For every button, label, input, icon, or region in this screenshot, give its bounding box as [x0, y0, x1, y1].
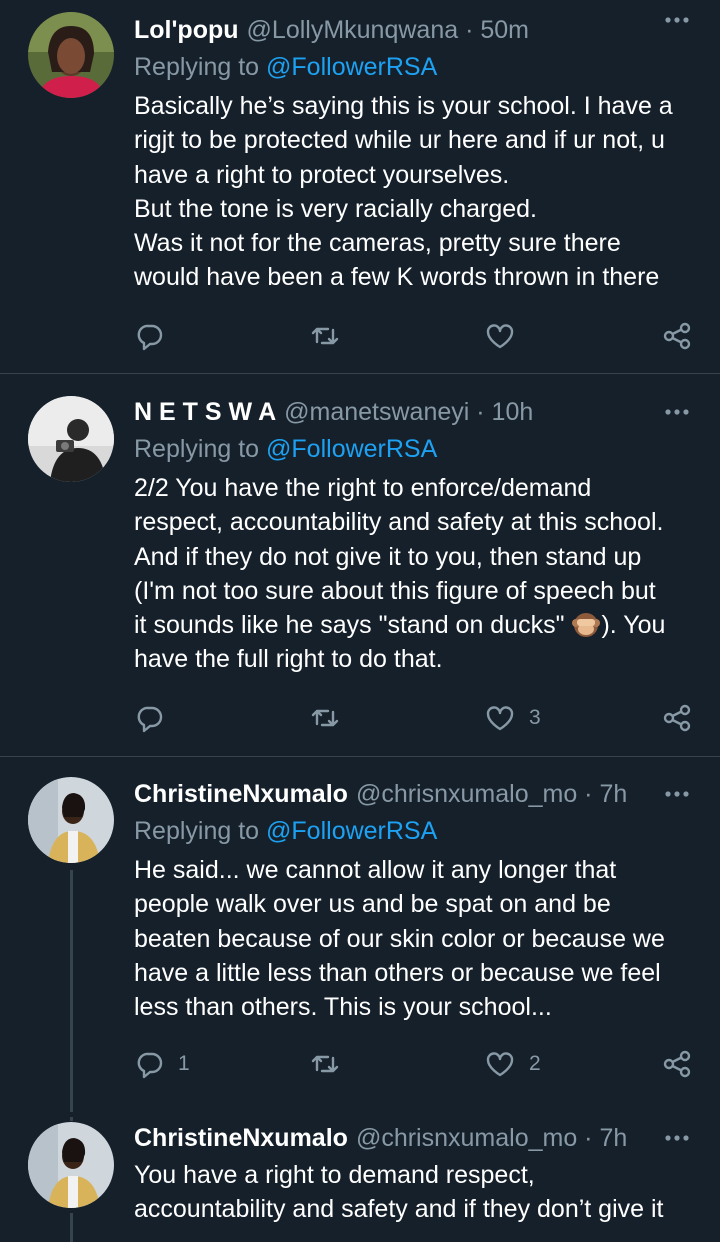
reply-icon: [137, 324, 163, 351]
thread-line: [70, 1213, 73, 1242]
tweet-line: Was it not for the cameras, pretty sure …: [134, 229, 621, 258]
tweet-line: people walk over us and be spat on and b…: [134, 890, 611, 919]
share-icon: [663, 322, 691, 350]
replying-to: Replying to @FollowerRSA: [134, 817, 438, 845]
tweet-line: He said... we cannot allow it any longer…: [134, 856, 617, 884]
reply-count: 1: [178, 1052, 190, 1075]
handle-and-time[interactable]: @manetswaneyi · 10h: [284, 398, 533, 427]
like-button[interactable]: 2: [485, 1047, 541, 1081]
see-no-evil-monkey-icon: [572, 613, 601, 638]
tweet-3[interactable]: ChristineNxumalo @chrisnxumalo_mo · 7h R…: [0, 757, 720, 1117]
heart-icon: [486, 324, 514, 349]
avatar[interactable]: [28, 12, 114, 98]
tweet-line: rigjt to be protected while ur here and …: [134, 126, 665, 155]
more-options-icon[interactable]: [664, 10, 690, 30]
replying-to: Replying to @FollowerRSA: [134, 53, 438, 81]
tweet-4[interactable]: ChristineNxumalo @chrisnxumalo_mo · 7h Y…: [0, 1117, 720, 1242]
tweet-line: have a little less than others or becaus…: [134, 958, 661, 987]
tweet-line: 2/2 You have the right to enforce/demand: [134, 474, 592, 502]
tweet-line: You have a right to demand respect,: [134, 1161, 535, 1189]
like-count: 2: [529, 1052, 541, 1075]
tweet-line: respect, accountability and safety at th…: [134, 508, 664, 537]
retweet-button[interactable]: [310, 1047, 340, 1081]
tweet-text: 2/2 You have the right to enforce/demand…: [134, 471, 694, 677]
more-options-icon[interactable]: [664, 784, 690, 804]
share-button[interactable]: [662, 319, 692, 353]
retweet-icon: [311, 1055, 339, 1073]
retweet-icon: [311, 709, 339, 727]
tweet-line: have a right to protect yourselves.: [134, 160, 510, 189]
action-bar: 3: [0, 701, 720, 735]
tweet-header: Lol'popu @LollyMkunqwana · 50m: [134, 10, 529, 50]
action-bar: 1 2: [0, 1047, 720, 1081]
retweet-icon: [311, 327, 339, 345]
share-button[interactable]: [662, 701, 692, 735]
retweet-button[interactable]: [310, 701, 340, 735]
tweet-line: Basically he’s saying this is your schoo…: [134, 92, 673, 120]
tweet-header: ChristineNxumalo @chrisnxumalo_mo · 7h: [134, 774, 627, 814]
reply-target-link[interactable]: @FollowerRSA: [266, 435, 437, 463]
replying-to: Replying to @FollowerRSA: [134, 435, 438, 463]
tweet-text: Basically he’s saying this is your schoo…: [134, 89, 694, 295]
share-button[interactable]: [662, 1047, 692, 1081]
share-icon: [663, 704, 691, 732]
tweet-line: (I'm not too sure about this figure of s…: [134, 576, 656, 605]
display-name[interactable]: ChristineNxumalo: [134, 780, 348, 809]
handle-and-time[interactable]: @LollyMkunqwana · 50m: [247, 16, 529, 45]
more-options-icon[interactable]: [664, 402, 690, 422]
reply-button[interactable]: [134, 319, 164, 353]
like-button[interactable]: 3: [485, 701, 541, 735]
like-button[interactable]: [485, 319, 515, 353]
handle-and-time[interactable]: @chrisnxumalo_mo · 7h: [356, 1124, 627, 1153]
display-name[interactable]: ChristineNxumalo: [134, 1124, 348, 1153]
tweet-line: And if they do not give it to you, then …: [134, 542, 642, 571]
heart-icon: [486, 1052, 514, 1077]
tweet-line: But the tone is very racially charged.: [134, 194, 537, 223]
tweet-line: beaten because of our skin color or beca…: [134, 924, 665, 953]
tweet-text: You have a right to demand respect, acco…: [134, 1158, 694, 1227]
share-icon: [663, 1050, 691, 1078]
reply-target-link[interactable]: @FollowerRSA: [266, 53, 437, 81]
tweet-header: N E T S W A @manetswaneyi · 10h: [134, 392, 533, 432]
reply-target-link[interactable]: @FollowerRSA: [266, 817, 437, 845]
action-bar: [0, 319, 720, 353]
tweet-line: less than others. This is your school...: [134, 993, 552, 1022]
tweet-1[interactable]: Lol'popu @LollyMkunqwana · 50m Replying …: [0, 0, 720, 372]
tweet-line: would have been a few K words thrown in …: [134, 263, 660, 292]
like-count: 3: [529, 706, 541, 729]
reply-button[interactable]: [134, 701, 164, 735]
avatar[interactable]: [28, 1122, 114, 1208]
display-name[interactable]: N E T S W A: [134, 398, 276, 427]
thread-line: [70, 870, 73, 1112]
retweet-button[interactable]: [310, 319, 340, 353]
avatar[interactable]: [28, 396, 114, 482]
tweet-text: He said... we cannot allow it any longer…: [134, 853, 694, 1024]
display-name[interactable]: Lol'popu: [134, 16, 239, 45]
reply-button[interactable]: 1: [134, 1047, 190, 1081]
tweet-2[interactable]: N E T S W A @manetswaneyi · 10h Replying…: [0, 374, 720, 756]
more-options-icon[interactable]: [664, 1128, 690, 1148]
tweet-line: it sounds like he says "stand on ducks" …: [134, 611, 666, 640]
reply-icon: [137, 1052, 163, 1079]
handle-and-time[interactable]: @chrisnxumalo_mo · 7h: [356, 780, 627, 809]
tweet-header: ChristineNxumalo @chrisnxumalo_mo · 7h: [134, 1118, 627, 1158]
thread-line: [70, 1117, 73, 1121]
reply-icon: [137, 706, 163, 733]
tweet-line: accountability and safety and if they do…: [134, 1195, 664, 1224]
avatar[interactable]: [28, 777, 114, 863]
heart-icon: [486, 706, 514, 731]
tweet-line: have the full right to do that.: [134, 645, 443, 674]
